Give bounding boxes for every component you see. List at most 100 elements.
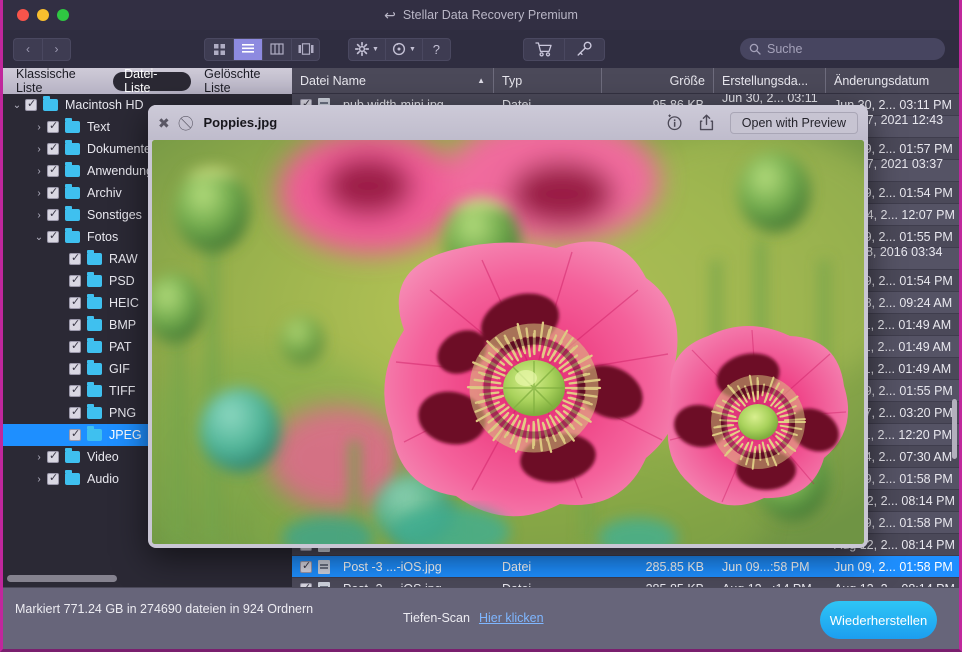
tree-item-checkbox[interactable] (47, 471, 59, 485)
tree-item-label: PSD (109, 274, 135, 288)
tree-item-checkbox[interactable] (69, 339, 81, 353)
settings-button[interactable]: ▼ (348, 37, 385, 61)
tree-item-checkbox[interactable] (69, 361, 81, 375)
file-row-checkbox[interactable] (300, 559, 312, 573)
tree-item-checkbox[interactable] (69, 273, 81, 287)
chevron-right-icon[interactable]: › (31, 144, 47, 155)
file-list-scrollbar-thumb[interactable] (952, 399, 957, 459)
deep-scan-link[interactable]: Hier klicken (479, 611, 544, 625)
list-view-button[interactable] (233, 37, 262, 61)
tree-item-checkbox[interactable] (47, 229, 59, 243)
file-list-header: Datei Name ▲ Typ Größe Erstellungsda... … (292, 68, 959, 94)
search-field[interactable]: Suche (740, 38, 945, 60)
file-row[interactable]: Post -3 ...-iOS.jpg Datei 285.85 KB Jun 09.… (292, 556, 959, 578)
tree-item-checkbox[interactable] (47, 207, 59, 221)
sort-ascending-icon: ▲ (477, 76, 485, 85)
folder-icon (87, 382, 102, 397)
chevron-right-icon[interactable]: › (31, 188, 47, 199)
help-button[interactable]: ? (421, 37, 451, 61)
tree-item-checkbox[interactable] (47, 185, 59, 199)
list-mode-tabs: Klassische Liste Datei-Liste Gelöschte Lis… (3, 67, 292, 95)
folder-icon (65, 228, 80, 243)
tree-item-label: HEIC (109, 296, 139, 310)
grid-icon (213, 43, 225, 55)
tree-item-checkbox[interactable] (69, 383, 81, 397)
back-button[interactable]: ‹ (13, 37, 42, 61)
traffic-lights (17, 9, 69, 21)
info-circle-icon[interactable] (666, 114, 683, 131)
column-header-size-label: Größe (669, 73, 705, 88)
columns-icon (270, 43, 284, 55)
no-entry-icon[interactable]: 🚫︎ (177, 116, 195, 130)
tree-item-label: PAT (109, 340, 132, 354)
column-header-modified[interactable]: Änderungsdatum (826, 68, 959, 93)
column-view-button[interactable] (262, 37, 291, 61)
tree-item-label: TIFF (109, 384, 136, 398)
open-with-preview-button[interactable]: Open with Preview (729, 111, 858, 134)
chevron-right-icon[interactable]: › (31, 452, 47, 463)
file-name-label: Post -3 ...-iOS.jpg (343, 559, 442, 574)
open-with-preview-label: Open with Preview (741, 115, 846, 130)
tree-item-checkbox[interactable] (69, 405, 81, 419)
shopping-cart-icon (535, 41, 552, 57)
tree-item-checkbox[interactable] (25, 97, 37, 111)
recover-button-label: Wiederherstellen (829, 612, 928, 628)
file-list-vertical-scrollbar[interactable] (950, 94, 959, 587)
chevron-right-icon[interactable]: › (31, 122, 47, 133)
forward-button[interactable]: › (42, 37, 71, 61)
tree-item-checkbox[interactable] (47, 449, 59, 463)
view-mode-group (204, 37, 320, 61)
tree-item-label: JPEG (109, 428, 142, 442)
recover-button[interactable]: Wiederherstellen (820, 601, 937, 639)
share-icon[interactable] (699, 114, 714, 131)
tree-item-label: Dokumente (87, 142, 151, 156)
folder-icon (65, 118, 80, 133)
sidebar-scrollbar-thumb[interactable] (7, 575, 117, 582)
tree-item-label: Macintosh HD (65, 98, 144, 112)
sidebar-horizontal-scrollbar[interactable] (3, 571, 292, 587)
folder-icon (65, 206, 80, 221)
chevron-right-icon[interactable]: › (31, 210, 47, 221)
column-header-size[interactable]: Größe (602, 68, 714, 93)
tree-item-checkbox[interactable] (69, 427, 81, 441)
app-window: ↩ Stellar Data Recovery Premium ‹ › ▼ ▼ … (0, 0, 962, 652)
file-row[interactable]: Post -3 ...-iOS.jpgDatei285.85 KBAug 12.… (292, 578, 959, 587)
tree-item-label: Text (87, 120, 110, 134)
tree-item-checkbox[interactable] (69, 251, 81, 265)
status-bar: Markiert 771.24 GB in 274690 dateien in … (3, 587, 959, 649)
chevron-down-icon[interactable]: ⌄ (31, 232, 47, 243)
folder-icon (87, 250, 102, 265)
preview-titlebar: ✖︎ 🚫︎ Poppies.jpg Open with Preview (148, 105, 868, 140)
icon-view-button[interactable] (204, 37, 233, 61)
cart-button[interactable] (522, 37, 564, 61)
search-icon (749, 43, 761, 55)
close-window-button[interactable] (17, 9, 29, 21)
tree-item-checkbox[interactable] (69, 295, 81, 309)
tree-item-checkbox[interactable] (47, 119, 59, 133)
tree-item-label: Audio (87, 472, 119, 486)
tree-item-checkbox[interactable] (47, 141, 59, 155)
tab-datei-liste[interactable]: Datei-Liste (113, 67, 192, 95)
chevron-down-icon[interactable]: ⌄ (9, 100, 25, 111)
folder-icon (87, 404, 102, 419)
tree-item-label: Archiv (87, 186, 122, 200)
column-header-type[interactable]: Typ (494, 68, 602, 93)
gallery-view-button[interactable] (291, 37, 320, 61)
zoom-window-button[interactable] (57, 9, 69, 21)
tab-klassische-liste[interactable]: Klassische Liste (9, 67, 107, 95)
tree-item-label: Video (87, 450, 119, 464)
activation-key-button[interactable] (563, 37, 605, 61)
chevron-right-icon[interactable]: › (31, 474, 47, 485)
close-circle-icon[interactable]: ✖︎ (158, 116, 170, 130)
undo-arrow-icon: ↩ (384, 7, 396, 23)
tab-gel-schte-liste[interactable]: Gelöschte Liste (197, 67, 292, 95)
tree-item-label: GIF (109, 362, 130, 376)
quicklook-preview-window[interactable]: ✖︎ 🚫︎ Poppies.jpg Open with Preview (148, 105, 868, 548)
column-header-name[interactable]: Datei Name ▲ (292, 68, 494, 93)
tree-item-checkbox[interactable] (47, 163, 59, 177)
column-header-created[interactable]: Erstellungsda... (714, 68, 826, 93)
chevron-right-icon[interactable]: › (31, 166, 47, 177)
history-button[interactable]: ▼ (384, 37, 422, 61)
minimize-window-button[interactable] (37, 9, 49, 21)
tree-item-checkbox[interactable] (69, 317, 81, 331)
